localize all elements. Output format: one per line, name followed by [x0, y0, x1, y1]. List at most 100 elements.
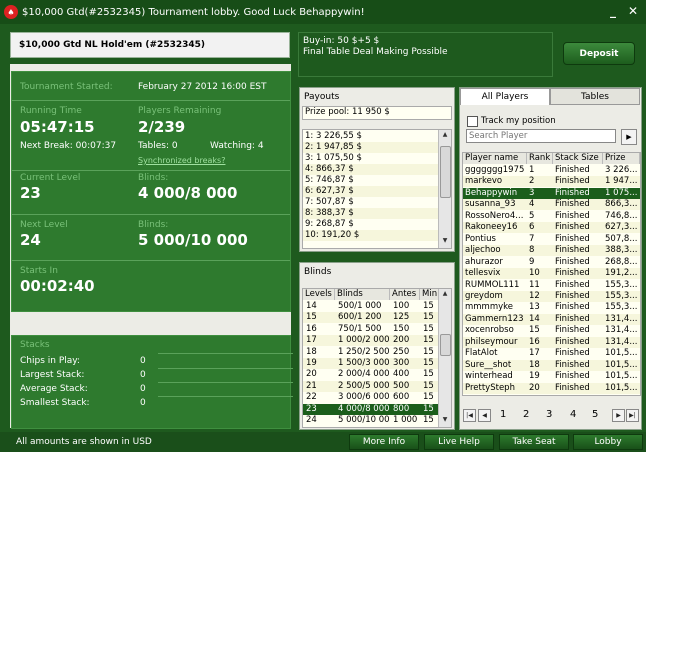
player-cell: 4	[529, 199, 535, 210]
player-row[interactable]: ggggggg1975 1 Finished 3 226...	[463, 165, 640, 176]
blinds-cell: 500/1 000	[338, 301, 382, 311]
payouts-scrollbar[interactable]: ▲ ▼	[438, 130, 451, 248]
player-row[interactable]: Gammern123 14 Finished 131,4...	[463, 313, 640, 325]
players-remaining-value: 2/239	[138, 118, 186, 136]
player-row[interactable]: Sure__shot 18 Finished 101,5...	[463, 359, 640, 371]
divider	[158, 353, 293, 354]
player-cell: 101,5...	[605, 348, 638, 359]
search-player-input[interactable]	[466, 129, 616, 143]
page-2[interactable]: 2	[523, 409, 529, 420]
blinds-row: 245 000/10 000 ...1 00015	[303, 415, 439, 426]
player-cell: RossoNero4...	[465, 210, 524, 221]
track-position-checkbox[interactable]	[467, 116, 478, 127]
blinds-header-antes[interactable]: Antes	[390, 289, 420, 300]
buyin-text: Buy-in: 50 $+5 $	[303, 36, 380, 46]
take-seat-button[interactable]: Take Seat	[499, 434, 569, 450]
page-4[interactable]: 4	[570, 409, 576, 420]
player-cell: greydom	[465, 290, 503, 301]
tab-all-players[interactable]: All Players	[460, 88, 550, 105]
players-header-rank[interactable]: Rank	[527, 153, 553, 164]
player-cell: aljechoo	[465, 245, 501, 256]
player-cell: Finished	[555, 176, 590, 187]
tab-tables[interactable]: Tables	[550, 88, 640, 105]
player-cell: Finished	[555, 279, 590, 290]
player-cell: 131,4...	[605, 313, 638, 324]
player-row[interactable]: markevo 2 Finished 1 947...	[463, 176, 640, 188]
player-row[interactable]: susanna_93 4 Finished 866,3...	[463, 199, 640, 211]
scroll-up-icon[interactable]: ▲	[439, 289, 451, 299]
player-cell: Finished	[555, 245, 590, 256]
players-header-stack[interactable]: Stack Size	[553, 153, 603, 164]
player-row[interactable]: Rakoneey16 6 Finished 627,3...	[463, 222, 640, 234]
players-header-prize[interactable]: Prize	[603, 153, 640, 164]
blinds-header-blinds[interactable]: Blinds	[335, 289, 390, 300]
player-cell: 268,8...	[605, 256, 638, 267]
largest-stack-label: Largest Stack:	[20, 370, 85, 380]
lobby-button[interactable]: Lobby	[573, 434, 643, 450]
player-row[interactable]: RossoNero4... 5 Finished 746,8...	[463, 211, 640, 222]
player-row[interactable]: ahurazor 9 Finished 268,8...	[463, 257, 640, 268]
player-row[interactable]: RUMMOL111 11 Finished 155,3...	[463, 280, 640, 291]
current-blinds-label: Blinds:	[138, 173, 169, 183]
player-row[interactable]: tellesvix 10 Finished 191,2...	[463, 268, 640, 280]
scroll-thumb[interactable]	[440, 146, 451, 198]
player-row[interactable]: Pontius 7 Finished 507,8...	[463, 234, 640, 245]
player-row[interactable]: greydom 12 Finished 155,3...	[463, 290, 640, 302]
scroll-thumb[interactable]	[440, 334, 451, 356]
player-row[interactable]: PrettySteph 20 Finished 101,5...	[463, 382, 640, 394]
payout-item: 4: 866,37 $	[303, 164, 441, 175]
blinds-cell: 1 000/2 000	[338, 335, 390, 346]
player-row[interactable]: xocenrobso 15 Finished 131,4...	[463, 325, 640, 336]
blinds-scrollbar[interactable]: ▲ ▼	[438, 289, 451, 427]
player-row[interactable]: FlatAlot 17 Finished 101,5...	[463, 348, 640, 359]
payouts-list: 1: 3 226,55 $ 2: 1 947,85 $ 3: 1 075,50 …	[302, 129, 452, 249]
started-value: February 27 2012 16:00 EST	[138, 82, 267, 92]
search-go-icon[interactable]: ▶	[621, 129, 637, 145]
synchronized-breaks-link[interactable]: Synchronized breaks?	[138, 156, 225, 165]
minimize-button[interactable]: _	[610, 4, 616, 18]
live-help-button[interactable]: Live Help	[424, 434, 494, 450]
page-3[interactable]: 3	[546, 409, 552, 420]
prev-page-icon[interactable]: ◀	[478, 409, 491, 422]
next-page-icon[interactable]: ▶	[612, 409, 625, 422]
players-header-name[interactable]: Player name	[463, 153, 527, 164]
player-row[interactable]: Behappywin 3 Finished 1 075...	[463, 187, 640, 199]
current-level-value: 23	[20, 184, 41, 202]
player-row[interactable]: mmmmyke 13 Finished 155,3...	[463, 302, 640, 313]
player-cell: 15	[529, 325, 540, 336]
close-button[interactable]: ✕	[628, 4, 638, 18]
blinds-cell: 800	[393, 403, 410, 414]
buyin-info: Buy-in: 50 $+5 $ Final Table Deal Making…	[298, 32, 553, 77]
prize-pool: Prize pool: 11 950 $	[305, 107, 390, 117]
payout-item: 6: 627,37 $	[303, 186, 441, 197]
payout-item: 10: 191,20 $	[303, 230, 441, 241]
player-cell: philseymour	[465, 336, 518, 347]
starts-in-label: Starts In	[20, 266, 58, 276]
player-row[interactable]: philseymour 16 Finished 131,4...	[463, 336, 640, 348]
player-row[interactable]: aljechoo 8 Finished 388,3...	[463, 245, 640, 257]
started-label: Tournament Started:	[20, 82, 113, 92]
player-cell: Finished	[555, 359, 590, 370]
next-blinds-value: 5 000/10 000	[138, 231, 248, 249]
blinds-header-min[interactable]: Min.	[420, 289, 440, 300]
payout-item: 7: 507,87 $	[305, 197, 354, 207]
blinds-row: 17 1 000/2 000 200 15	[303, 335, 439, 347]
deposit-button[interactable]: Deposit	[563, 42, 635, 65]
blinds-cell: 600	[393, 392, 410, 403]
blinds-cell: 150	[393, 323, 410, 334]
page-1[interactable]: 1	[500, 409, 506, 420]
blinds-header-levels[interactable]: Levels	[303, 289, 335, 300]
player-cell: PrettySteph	[465, 382, 515, 393]
player-cell: Finished	[555, 348, 590, 359]
first-page-icon[interactable]: |◀	[463, 409, 476, 422]
blinds-cell: 750/1 500	[338, 323, 382, 334]
player-row[interactable]: winterhead 19 Finished 101,5...	[463, 371, 640, 382]
player-cell: 191,2...	[605, 268, 638, 279]
scroll-up-icon[interactable]: ▲	[439, 130, 451, 140]
more-info-button[interactable]: More Info	[349, 434, 419, 450]
last-page-icon[interactable]: ▶|	[626, 409, 639, 422]
scroll-down-icon[interactable]: ▼	[439, 236, 451, 246]
scroll-down-icon[interactable]: ▼	[439, 415, 451, 425]
page-5[interactable]: 5	[592, 409, 598, 420]
player-cell: Finished	[555, 165, 590, 175]
